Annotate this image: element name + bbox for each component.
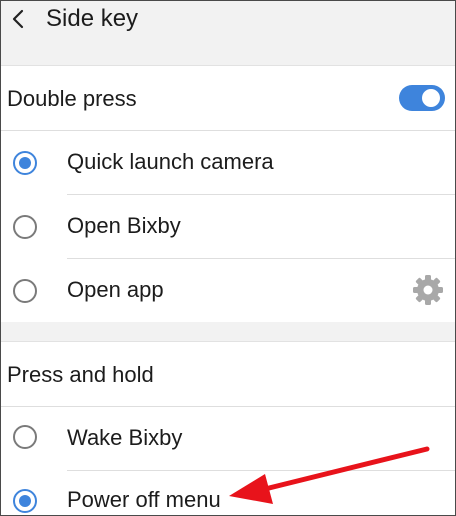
annotation-arrow-icon [229,446,430,504]
radio-button[interactable] [13,425,37,449]
toggle-thumb [420,87,442,109]
radio-button[interactable] [13,215,37,239]
double-press-label: Double press [7,86,137,111]
press-and-hold-label: Press and hold [7,362,154,387]
option-label: Open app [67,277,164,302]
option-quick-launch-camera[interactable]: Quick launch camera [1,131,455,195]
app-header: Side key [1,1,455,65]
page-title: Side key [46,5,139,32]
double-press-row[interactable]: Double press [1,66,455,130]
option-label: Open Bixby [67,213,181,238]
option-label: Power off menu [67,487,221,512]
screen: Side key Double press Quick launch camer… [0,0,456,516]
double-press-section: Double press Quick launch camera Open Bi… [1,65,455,322]
press-and-hold-row: Press and hold [1,342,455,406]
option-open-bixby[interactable]: Open Bixby [1,195,455,259]
double-press-toggle[interactable] [399,85,445,111]
radio-button-selected[interactable] [13,151,37,175]
option-label: Quick launch camera [67,149,274,174]
radio-button-selected[interactable] [13,489,37,513]
radio-button[interactable] [13,279,37,303]
option-label: Wake Bixby [67,425,183,450]
gear-icon[interactable] [411,273,445,307]
option-open-app[interactable]: Open app [1,259,455,323]
back-arrow-icon[interactable] [9,7,27,31]
